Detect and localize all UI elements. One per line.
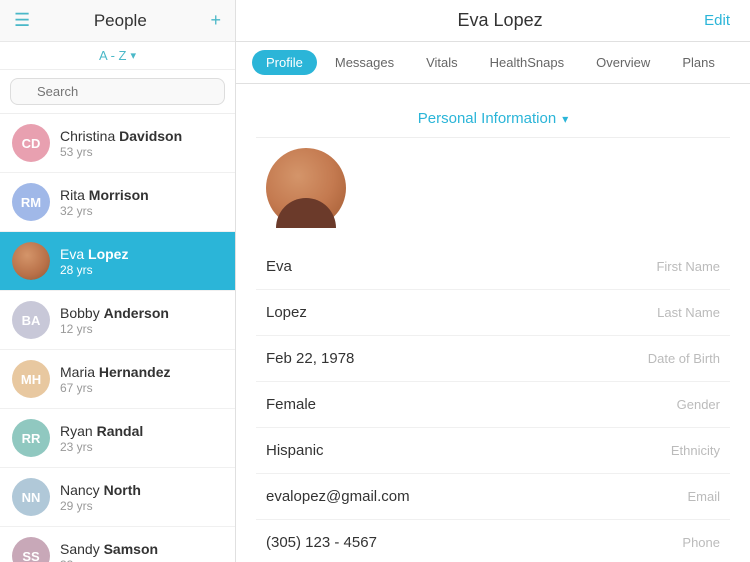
avatar-nn: NN — [12, 478, 50, 516]
sidebar: ☰ People + A - Z ▾ ● CD Christina Davids… — [0, 0, 236, 562]
person-item-ss[interactable]: SS Sandy Samson 33 yrs — [0, 527, 235, 562]
field-row-phone: (305) 123 - 4567 Phone — [256, 520, 730, 562]
field-value-email: evalopez@gmail.com — [266, 488, 410, 505]
field-row-gender: Female Gender — [256, 382, 730, 428]
person-info-rm: Rita Morrison 32 yrs — [60, 187, 149, 218]
person-info-ss: Sandy Samson 33 yrs — [60, 541, 158, 562]
person-name-ss: Sandy Samson — [60, 541, 158, 557]
search-bar: ● — [0, 70, 235, 114]
tab-overview[interactable]: Overview — [582, 50, 664, 75]
field-value-firstname: Eva — [266, 258, 292, 275]
person-name-rm: Rita Morrison — [60, 187, 149, 203]
profile-content: Personal Information ▾ Eva First Name Lo… — [236, 84, 750, 562]
person-item-cd[interactable]: CD Christina Davidson 53 yrs — [0, 114, 235, 173]
person-age-nn: 29 yrs — [60, 499, 141, 513]
avatar-rm: RM — [12, 183, 50, 221]
list-icon[interactable]: ☰ — [14, 10, 30, 31]
person-age-ss: 33 yrs — [60, 558, 158, 562]
eva-face — [12, 242, 50, 280]
person-item-rm[interactable]: RM Rita Morrison 32 yrs — [0, 173, 235, 232]
field-label-email: Email — [687, 489, 720, 504]
person-name-el: Eva Lopez — [60, 246, 128, 262]
search-input[interactable] — [10, 78, 225, 105]
person-name-ba: Bobby Anderson — [60, 305, 169, 321]
person-info-ba: Bobby Anderson 12 yrs — [60, 305, 169, 336]
sort-chevron-icon: ▾ — [130, 49, 136, 62]
field-label-firstname: First Name — [656, 259, 720, 274]
main-header: Eva Lopez Edit — [236, 0, 750, 42]
field-row-lastname: Lopez Last Name — [256, 290, 730, 336]
person-name-cd: Christina Davidson — [60, 128, 182, 144]
person-name-mh: Maria Hernandez — [60, 364, 170, 380]
sort-label: A - Z — [99, 48, 126, 63]
field-value-ethnicity: Hispanic — [266, 442, 324, 459]
person-item-el[interactable]: Eva Lopez 28 yrs — [0, 232, 235, 291]
person-item-nn[interactable]: NN Nancy North 29 yrs — [0, 468, 235, 527]
person-info-mh: Maria Hernandez 67 yrs — [60, 364, 170, 395]
field-row-firstname: Eva First Name — [256, 244, 730, 290]
edit-button[interactable]: Edit — [704, 12, 730, 29]
field-value-lastname: Lopez — [266, 304, 307, 321]
person-age-rr: 23 yrs — [60, 440, 143, 454]
person-age-cd: 53 yrs — [60, 145, 182, 159]
avatar-ss: SS — [12, 537, 50, 562]
field-row-email: evalopez@gmail.com Email — [256, 474, 730, 520]
field-row-ethnicity: Hispanic Ethnicity — [256, 428, 730, 474]
tab-vitals[interactable]: Vitals — [412, 50, 472, 75]
avatar-rr: RR — [12, 419, 50, 457]
person-info-rr: Ryan Randal 23 yrs — [60, 423, 143, 454]
personal-info-chevron-icon: ▾ — [562, 112, 568, 126]
search-wrap: ● — [10, 78, 225, 105]
field-label-gender: Gender — [677, 397, 720, 412]
field-label-dob: Date of Birth — [648, 351, 720, 366]
person-age-ba: 12 yrs — [60, 322, 169, 336]
person-info-cd: Christina Davidson 53 yrs — [60, 128, 182, 159]
person-item-rr[interactable]: RR Ryan Randal 23 yrs — [0, 409, 235, 468]
person-age-rm: 32 yrs — [60, 204, 149, 218]
people-list: CD Christina Davidson 53 yrs RM Rita Mor… — [0, 114, 235, 562]
avatar-el — [12, 242, 50, 280]
tabs-bar: Profile Messages Vitals HealthSnaps Over… — [236, 42, 750, 84]
person-name-nn: Nancy North — [60, 482, 141, 498]
person-age-el: 28 yrs — [60, 263, 128, 277]
person-item-mh[interactable]: MH Maria Hernandez 67 yrs — [0, 350, 235, 409]
person-age-mh: 67 yrs — [60, 381, 170, 395]
field-value-phone: (305) 123 - 4567 — [266, 534, 377, 551]
patient-name: Eva Lopez — [296, 10, 704, 31]
avatar-ba: BA — [12, 301, 50, 339]
sort-bar[interactable]: A - Z ▾ — [0, 42, 235, 70]
personal-info-label: Personal Information — [418, 110, 556, 127]
field-label-ethnicity: Ethnicity — [671, 443, 720, 458]
personal-info-bar[interactable]: Personal Information ▾ — [256, 100, 730, 138]
field-row-dob: Feb 22, 1978 Date of Birth — [256, 336, 730, 382]
add-person-icon[interactable]: + — [210, 10, 221, 31]
tab-messages[interactable]: Messages — [321, 50, 408, 75]
sidebar-title: People — [30, 11, 210, 31]
tab-plans[interactable]: Plans — [668, 50, 729, 75]
field-value-dob: Feb 22, 1978 — [266, 350, 354, 367]
person-info-el: Eva Lopez 28 yrs — [60, 246, 128, 277]
profile-photo — [266, 148, 346, 228]
person-info-nn: Nancy North 29 yrs — [60, 482, 141, 513]
tab-profile[interactable]: Profile — [252, 50, 317, 75]
tab-healthsnaps[interactable]: HealthSnaps — [476, 50, 578, 75]
avatar-mh: MH — [12, 360, 50, 398]
profile-photo-section — [256, 138, 730, 244]
main-panel: Eva Lopez Edit Profile Messages Vitals H… — [236, 0, 750, 562]
field-label-lastname: Last Name — [657, 305, 720, 320]
avatar-cd: CD — [12, 124, 50, 162]
sidebar-header: ☰ People + — [0, 0, 235, 42]
person-item-ba[interactable]: BA Bobby Anderson 12 yrs — [0, 291, 235, 350]
person-name-rr: Ryan Randal — [60, 423, 143, 439]
field-label-phone: Phone — [682, 535, 720, 550]
field-value-gender: Female — [266, 396, 316, 413]
